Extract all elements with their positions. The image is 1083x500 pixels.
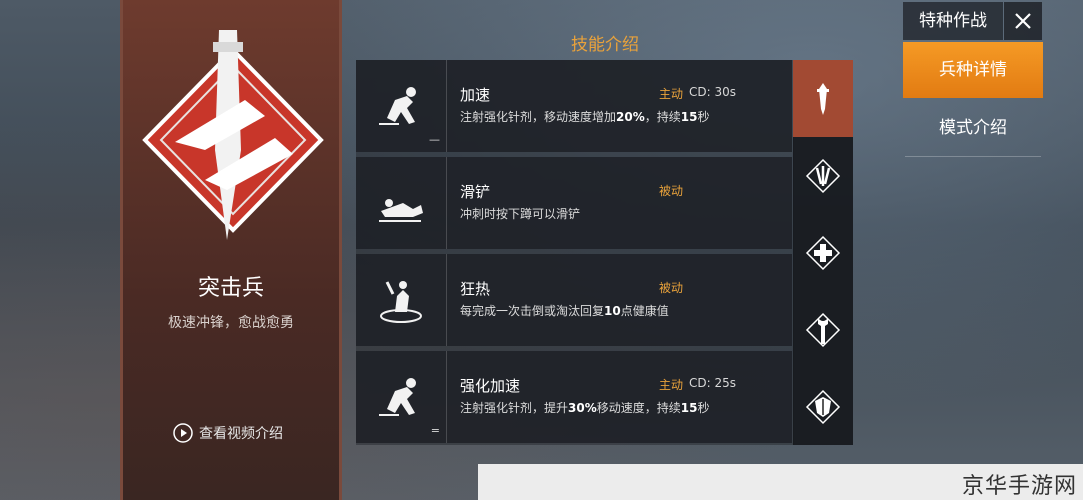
watermark-bar: 京华手游网 [478, 464, 1083, 500]
switcher-claw[interactable] [793, 137, 853, 214]
play-icon [173, 423, 193, 443]
section-title: 技能介绍 [571, 35, 639, 55]
skill-type: 被动 [659, 281, 684, 295]
skill-description: 注射强化针剂，移动速度增加20%，持续15秒 [460, 110, 710, 124]
skill-type: 主动 [659, 87, 684, 101]
watermark-text: 京华手游网 [961, 474, 1077, 499]
sprinting-soldier-icon [379, 378, 416, 416]
medic-cross-icon [805, 235, 841, 270]
skill-icon-box [356, 157, 447, 249]
skill-description: 注射强化针剂，提升30%移动速度，持续15秒 [460, 401, 710, 415]
skill-row[interactable]: = 强化加速 主动 CD: 25s 注射强化针剂，提升30%移动速度，持续15秒 [356, 351, 792, 443]
skill-row[interactable]: — 加速 主动 CD: 30s 注射强化针剂，移动速度增加20%，持续15秒 [356, 60, 792, 152]
watch-video-button[interactable]: 查看视频介绍 [173, 423, 283, 443]
special-ops-title: 特种作战 [903, 2, 1003, 40]
class-slogan: 极速冲锋，愈战愈勇 [168, 315, 294, 331]
close-icon [1015, 13, 1031, 29]
skill-description: 每完成一次击倒或淘汰回复10点健康值 [460, 304, 669, 318]
skill-name: 狂热 [460, 280, 491, 298]
close-button[interactable] [1004, 2, 1042, 40]
wrench-icon [805, 312, 841, 347]
skill-row[interactable]: 滑铲 被动 冲刺时按下蹲可以滑铲 [356, 157, 792, 249]
skill-name: 滑铲 [460, 183, 491, 201]
watch-video-label: 查看视频介绍 [199, 426, 283, 442]
switcher-assault[interactable] [793, 60, 853, 137]
class-switcher [793, 60, 853, 445]
tab-mode-intro[interactable]: 模式介绍 [905, 100, 1041, 157]
skill-icon-box [356, 254, 447, 346]
skill-type: 主动 [659, 378, 684, 392]
claw-icon [805, 158, 841, 193]
class-name: 突击兵 [197, 276, 264, 301]
skill-cooldown: CD: 25s [689, 376, 736, 390]
skill-icon-box: = [356, 351, 447, 443]
tab-class-details[interactable]: 兵种详情 [903, 42, 1043, 98]
skill-name: 强化加速 [460, 377, 521, 395]
switcher-engineer[interactable] [793, 291, 853, 368]
sprinting-soldier-icon [379, 87, 416, 125]
shield-icon [805, 389, 841, 424]
switcher-medic[interactable] [793, 214, 853, 291]
dagger-icon [817, 82, 829, 115]
skill-list: — 加速 主动 CD: 30s 注射强化针剂，移动速度增加20%，持续15秒 滑… [356, 60, 794, 445]
class-hero-panel: 突击兵 极速冲锋，愈战愈勇 查看视频介绍 [120, 0, 342, 500]
skill-cooldown: CD: 30s [689, 85, 736, 99]
slide-soldier-icon [379, 199, 423, 222]
skill-tier: — [429, 133, 440, 146]
skill-icon-box: — [356, 60, 447, 152]
skill-tier: = [430, 424, 440, 437]
skill-row[interactable]: 狂热 被动 每完成一次击倒或淘汰回复10点健康值 [356, 254, 792, 346]
assault-class-emblem-icon [142, 30, 324, 240]
switcher-tank[interactable] [793, 368, 853, 445]
frenzy-soldier-icon [380, 281, 422, 323]
skill-description: 冲刺时按下蹲可以滑铲 [460, 207, 581, 221]
skill-type: 被动 [659, 184, 684, 198]
skill-name: 加速 [460, 86, 491, 104]
